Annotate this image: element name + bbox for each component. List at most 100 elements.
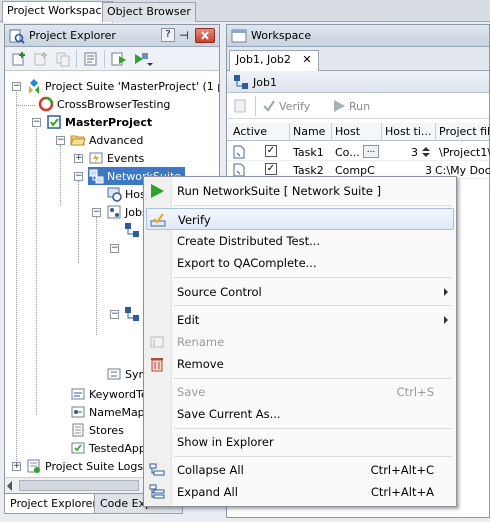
tab-object-browser[interactable]: Object Browser (102, 2, 196, 22)
document-tab-bar: Project Workspace Object Browser (0, 0, 490, 23)
menu-item-verify[interactable]: Verify (146, 208, 454, 230)
tree-node-job2[interactable] (124, 305, 140, 323)
tab-project-workspace[interactable]: Project Workspace (2, 1, 114, 23)
menu-item-export-qacomplete[interactable]: Export to QAComplete... (146, 252, 454, 274)
expand-all-icon (149, 484, 165, 500)
properties-icon[interactable] (83, 51, 99, 67)
task-host-time: 3 (411, 146, 418, 159)
hosts-icon (107, 187, 122, 202)
column-project-file[interactable]: Project file (439, 125, 490, 138)
menu-item-rename: Rename (146, 331, 454, 353)
expander-logs[interactable]: + (12, 462, 21, 471)
remove-trash-icon (149, 356, 165, 372)
panel-title: Project Explorer (29, 29, 116, 42)
jobs-icon (107, 205, 121, 219)
workspace-icon (231, 28, 247, 44)
run-icon[interactable] (331, 98, 347, 114)
folder-open-icon (70, 135, 86, 146)
menu-item-remove[interactable]: Remove (146, 353, 454, 375)
job-header: Job1 (227, 71, 489, 93)
tree-node-testedapps[interactable]: TestedApps (70, 439, 152, 457)
tree-node-stores[interactable]: Stores (70, 421, 124, 439)
job-icon (125, 307, 139, 321)
task-icon (231, 144, 247, 160)
network-suite-icon (89, 169, 104, 184)
project-explorer-titlebar: Project Explorer ? ⊣ (5, 25, 219, 47)
tab-project-explorer[interactable]: Project Explorer (4, 494, 103, 514)
expander-jobs[interactable]: − (92, 208, 101, 217)
scroll-thumb[interactable] (19, 480, 139, 491)
column-name[interactable]: Name (293, 125, 325, 138)
menu-item-save: Save Ctrl+S (177, 385, 434, 399)
run-project-icon[interactable] (111, 51, 127, 67)
expander-advanced[interactable]: − (56, 136, 65, 145)
expander-events[interactable]: + (74, 154, 83, 163)
tested-apps-icon (71, 442, 85, 454)
column-active[interactable]: Active (233, 125, 267, 138)
logs-icon (27, 459, 40, 473)
tree-node-jobs[interactable]: Jobs (106, 203, 148, 221)
host-browse-button[interactable]: ... (363, 145, 379, 158)
tree-node-project-suite[interactable]: Project Suite 'MasterProject' (1 proj (26, 77, 219, 95)
run-button[interactable]: Run (349, 100, 370, 113)
collapse-all-icon (149, 462, 165, 478)
menu-item-show-in-explorer[interactable]: Show in Explorer (146, 431, 454, 453)
pin-icon[interactable]: ⊣ (178, 29, 190, 43)
add-item-icon[interactable] (11, 51, 27, 67)
menu-item-save-current-as[interactable]: Save Current As... (146, 403, 454, 425)
crossbrowser-icon (38, 96, 54, 112)
tree-node-job1[interactable] (124, 221, 140, 239)
stores-icon (72, 423, 84, 437)
sync-icon (107, 368, 121, 380)
verify-icon[interactable] (261, 98, 277, 114)
workspace-titlebar: Workspace (227, 25, 489, 47)
run-green-arrow-icon (149, 183, 165, 199)
host-time-spinner[interactable] (421, 145, 431, 159)
run-options-icon[interactable] (133, 51, 153, 67)
submenu-arrow-icon (444, 288, 448, 296)
active-checkbox[interactable]: ✓ (265, 145, 277, 157)
expander-suite[interactable]: − (12, 82, 21, 91)
expander-networksuite[interactable]: − (74, 172, 83, 181)
project-icon (47, 115, 61, 129)
help-button[interactable]: ? (161, 28, 175, 42)
close-panel-button[interactable] (195, 28, 215, 43)
tree-node-project-suite-logs[interactable]: Project Suite Logs (26, 457, 143, 473)
menu-item-collapse-all[interactable]: Collapse All Ctrl+Alt+C (146, 459, 454, 481)
task-project-file: \Project1\. (439, 146, 490, 159)
job-icon (125, 223, 139, 237)
job-properties-icon (233, 98, 249, 114)
add-existing-icon (33, 51, 49, 67)
rename-icon (149, 334, 165, 350)
menu-item-source-control[interactable]: Source Control (146, 281, 454, 303)
tab-job1-job2[interactable]: Job1, Job2 ✕ (229, 50, 319, 71)
tree-node-crossbrowsertesting[interactable]: CrossBrowserTesting (38, 95, 170, 113)
expander-job2[interactable]: − (110, 310, 119, 319)
tab-label: Job1, Job2 (236, 53, 291, 66)
keyword-tests-icon (71, 388, 85, 400)
verify-button[interactable]: Verify (279, 100, 310, 113)
workspace-title: Workspace (251, 29, 312, 42)
tree-node-events[interactable]: Events (88, 149, 144, 167)
events-icon (89, 152, 103, 164)
verify-icon (150, 212, 166, 228)
tab-close-icon[interactable]: ✕ (302, 53, 311, 66)
scroll-left-icon[interactable] (7, 481, 12, 491)
tree-node-advanced[interactable]: Advanced (70, 131, 143, 149)
column-host-time[interactable]: Host ti... (385, 125, 431, 138)
submenu-arrow-icon (444, 316, 448, 324)
tree-node-masterproject[interactable]: MasterProject (46, 113, 152, 131)
table-row[interactable]: ✓ Task1 Co... ... 3 \Project1\. (227, 143, 490, 161)
menu-item-create-distributed-test[interactable]: Create Distributed Test... (146, 230, 454, 252)
expander-job1[interactable]: − (110, 244, 119, 253)
project-explorer-icon (9, 28, 25, 44)
close-icon (201, 31, 209, 40)
expander-masterproject[interactable]: − (32, 118, 41, 127)
tree-node-keywordtests[interactable]: KeywordTes (70, 385, 153, 403)
menu-item-edit[interactable]: Edit (146, 309, 454, 331)
menu-item-run-networksuite[interactable]: Run NetworkSuite [ Network Suite ] (146, 180, 454, 202)
menu-item-expand-all[interactable]: Expand All Ctrl+Alt+A (146, 481, 454, 503)
task-name: Task1 (293, 146, 324, 159)
active-checkbox[interactable]: ✓ (265, 163, 277, 175)
column-host[interactable]: Host (335, 125, 360, 138)
